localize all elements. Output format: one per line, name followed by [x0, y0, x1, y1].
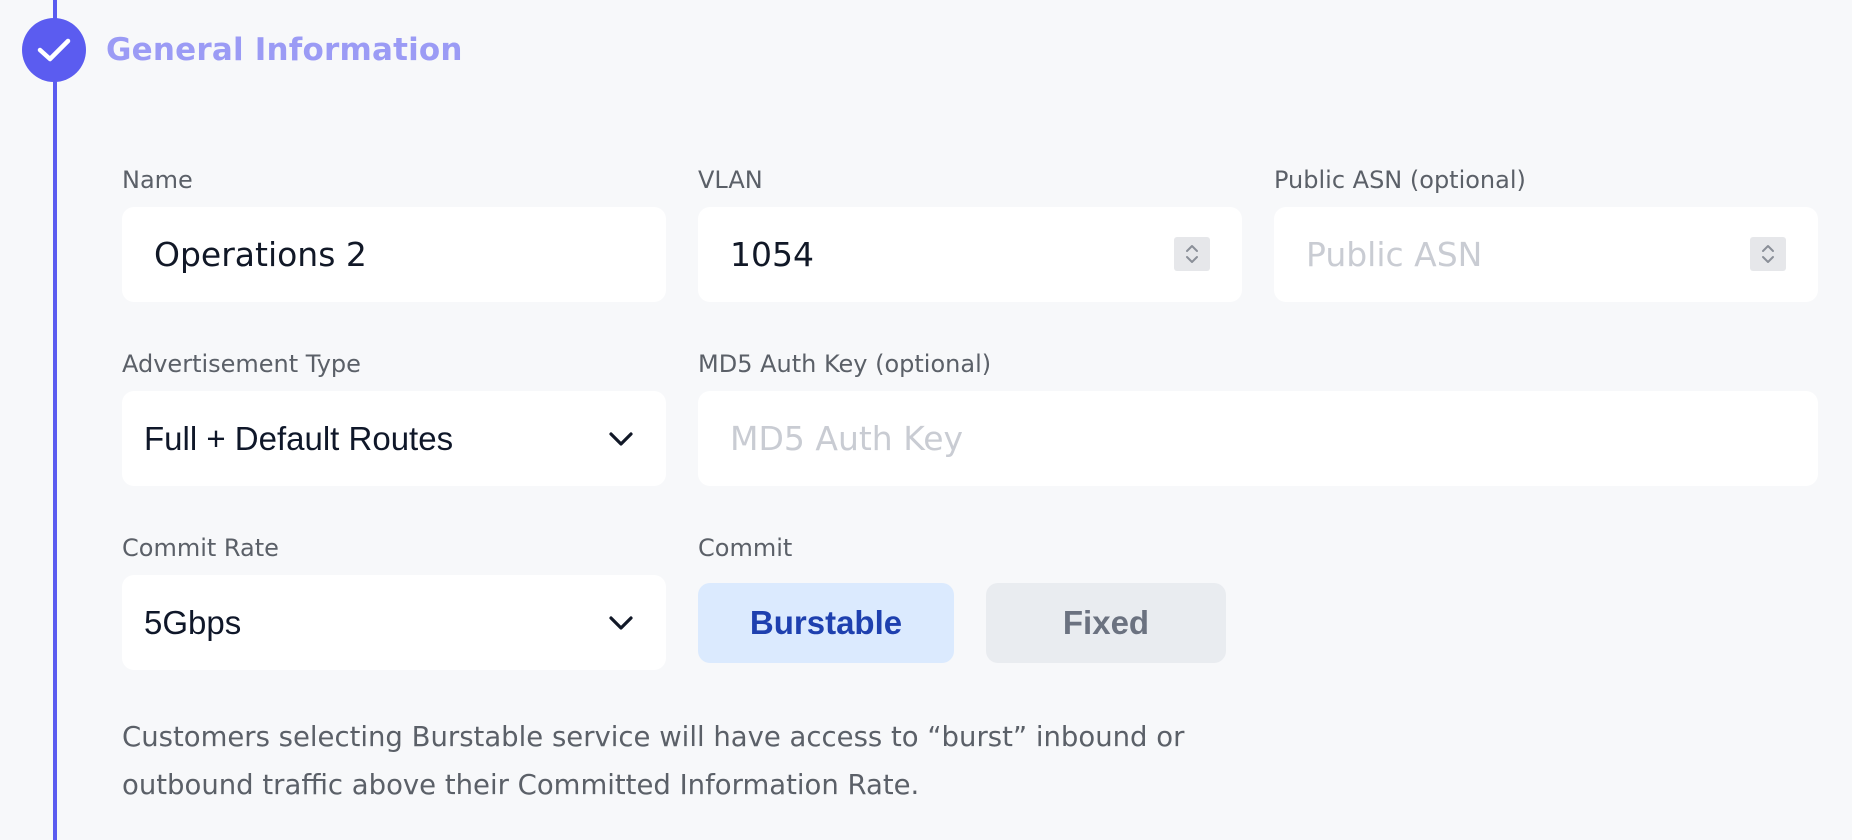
commit-label: Commit [698, 534, 793, 562]
vlan-input-value: 1054 [730, 235, 814, 274]
advertisement-type-label: Advertisement Type [122, 350, 361, 378]
name-input-value: Operations 2 [154, 235, 367, 274]
commit-fixed-button[interactable]: Fixed [986, 583, 1226, 663]
check-icon [36, 36, 72, 64]
commit-help-text: Customers selecting Burstable service wi… [122, 721, 1185, 801]
advertisement-type-value: Full + Default Routes [144, 419, 454, 457]
general-information-section: General Information Name Operations 2 VL… [0, 0, 1852, 840]
name-label: Name [122, 166, 193, 194]
step-complete-indicator [22, 18, 86, 82]
public-asn-stepper-icon[interactable] [1750, 237, 1786, 271]
name-input[interactable]: Operations 2 [122, 207, 666, 302]
vlan-stepper-icon[interactable] [1174, 237, 1210, 271]
commit-burstable-button[interactable]: Burstable [698, 583, 954, 663]
md5-auth-key-placeholder: MD5 Auth Key [730, 419, 964, 458]
md5-auth-key-input[interactable]: MD5 Auth Key [698, 391, 1818, 486]
md5-auth-key-label: MD5 Auth Key (optional) [698, 350, 992, 378]
chevron-down-icon [606, 424, 636, 454]
commit-rate-value: 5Gbps [144, 603, 242, 641]
vlan-input[interactable]: 1054 [698, 207, 1242, 302]
vlan-label: VLAN [698, 166, 763, 194]
commit-rate-label: Commit Rate [122, 534, 279, 562]
advertisement-type-select[interactable]: Full + Default Routes [122, 391, 666, 486]
step-progress-line [53, 0, 57, 840]
public-asn-label: Public ASN (optional) [1274, 166, 1526, 194]
commit-rate-select[interactable]: 5Gbps [122, 575, 666, 670]
section-title: General Information [106, 32, 463, 68]
public-asn-input[interactable]: Public ASN [1274, 207, 1818, 302]
chevron-down-icon [606, 608, 636, 638]
public-asn-placeholder: Public ASN [1306, 235, 1483, 274]
